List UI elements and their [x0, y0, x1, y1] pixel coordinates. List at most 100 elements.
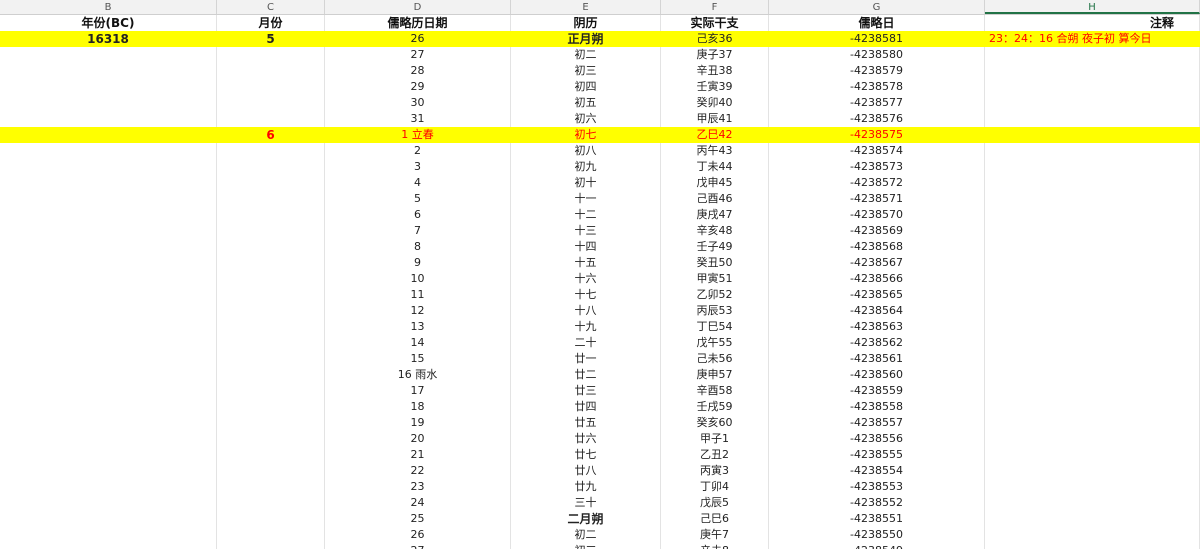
month-cell[interactable] [217, 335, 325, 351]
year-cell[interactable] [0, 207, 217, 223]
julian-date-cell[interactable]: 21 [325, 447, 511, 463]
ganzhi-cell[interactable]: 乙卯52 [661, 287, 769, 303]
lunar-cell[interactable]: 正月朔 [511, 31, 661, 47]
julian-day-cell[interactable]: -4238575 [769, 127, 985, 143]
ganzhi-cell[interactable]: 壬子49 [661, 239, 769, 255]
year-cell[interactable] [0, 383, 217, 399]
julian-day-cell[interactable]: -4238565 [769, 287, 985, 303]
lunar-cell[interactable]: 初七 [511, 127, 661, 143]
note-cell[interactable] [985, 159, 1200, 175]
year-cell[interactable] [0, 111, 217, 127]
note-cell[interactable] [985, 239, 1200, 255]
julian-day-cell[interactable]: -4238562 [769, 335, 985, 351]
year-cell[interactable] [0, 351, 217, 367]
note-cell[interactable] [985, 271, 1200, 287]
year-cell[interactable] [0, 191, 217, 207]
julian-day-cell[interactable]: -4238569 [769, 223, 985, 239]
year-cell[interactable] [0, 255, 217, 271]
header-ganzhi[interactable]: 实际干支 [661, 15, 769, 31]
note-cell[interactable] [985, 431, 1200, 447]
julian-day-cell[interactable]: -4238577 [769, 95, 985, 111]
month-cell[interactable] [217, 399, 325, 415]
julian-date-cell[interactable]: 28 [325, 63, 511, 79]
julian-day-cell[interactable]: -4238560 [769, 367, 985, 383]
note-cell[interactable] [985, 47, 1200, 63]
julian-date-cell[interactable]: 5 [325, 191, 511, 207]
julian-day-cell[interactable]: -4238555 [769, 447, 985, 463]
lunar-cell[interactable]: 十五 [511, 255, 661, 271]
ganzhi-cell[interactable]: 丁未44 [661, 159, 769, 175]
lunar-cell[interactable]: 二月朔 [511, 511, 661, 527]
month-cell[interactable] [217, 415, 325, 431]
lunar-cell[interactable]: 初四 [511, 79, 661, 95]
lunar-cell[interactable]: 初二 [511, 527, 661, 543]
lunar-cell[interactable]: 三十 [511, 495, 661, 511]
julian-day-cell[interactable]: -4238551 [769, 511, 985, 527]
month-cell[interactable] [217, 463, 325, 479]
note-cell[interactable] [985, 447, 1200, 463]
header-month[interactable]: 月份 [217, 15, 325, 31]
julian-date-cell[interactable]: 17 [325, 383, 511, 399]
ganzhi-cell[interactable]: 壬寅39 [661, 79, 769, 95]
julian-date-cell[interactable]: 24 [325, 495, 511, 511]
ganzhi-cell[interactable]: 乙巳42 [661, 127, 769, 143]
note-cell[interactable] [985, 303, 1200, 319]
lunar-cell[interactable]: 初三 [511, 63, 661, 79]
julian-date-cell[interactable]: 10 [325, 271, 511, 287]
ganzhi-cell[interactable]: 辛亥48 [661, 223, 769, 239]
month-cell[interactable] [217, 223, 325, 239]
ganzhi-cell[interactable]: 癸亥60 [661, 415, 769, 431]
ganzhi-cell[interactable]: 甲辰41 [661, 111, 769, 127]
month-cell[interactable] [217, 79, 325, 95]
year-cell[interactable] [0, 463, 217, 479]
julian-day-cell[interactable]: -4238552 [769, 495, 985, 511]
julian-date-cell[interactable]: 25 [325, 511, 511, 527]
note-cell[interactable] [985, 399, 1200, 415]
julian-day-cell[interactable]: -4238566 [769, 271, 985, 287]
julian-date-cell[interactable]: 30 [325, 95, 511, 111]
julian-date-cell[interactable]: 26 [325, 31, 511, 47]
year-cell[interactable] [0, 367, 217, 383]
month-cell[interactable] [217, 239, 325, 255]
note-cell[interactable] [985, 207, 1200, 223]
lunar-cell[interactable]: 初十 [511, 175, 661, 191]
header-julian-date[interactable]: 儒略历日期 [325, 15, 511, 31]
year-cell[interactable] [0, 47, 217, 63]
julian-date-cell[interactable]: 29 [325, 79, 511, 95]
month-cell[interactable] [217, 271, 325, 287]
julian-day-cell[interactable]: -4238580 [769, 47, 985, 63]
year-cell[interactable] [0, 271, 217, 287]
year-cell[interactable] [0, 399, 217, 415]
julian-date-cell[interactable]: 18 [325, 399, 511, 415]
lunar-cell[interactable]: 廿九 [511, 479, 661, 495]
note-cell[interactable] [985, 191, 1200, 207]
year-cell[interactable] [0, 431, 217, 447]
column-letter-h[interactable]: H [985, 0, 1200, 14]
header-julian-day[interactable]: 儒略日 [769, 15, 985, 31]
ganzhi-cell[interactable]: 癸卯40 [661, 95, 769, 111]
note-cell[interactable] [985, 527, 1200, 543]
year-cell[interactable] [0, 479, 217, 495]
ganzhi-cell[interactable]: 庚申57 [661, 367, 769, 383]
header-note[interactable]: 注释 [985, 15, 1200, 31]
julian-day-cell[interactable]: -4238558 [769, 399, 985, 415]
lunar-cell[interactable]: 廿二 [511, 367, 661, 383]
year-cell[interactable] [0, 511, 217, 527]
month-cell[interactable] [217, 495, 325, 511]
lunar-cell[interactable]: 十六 [511, 271, 661, 287]
lunar-cell[interactable]: 廿六 [511, 431, 661, 447]
note-cell[interactable] [985, 463, 1200, 479]
ganzhi-cell[interactable]: 丙寅3 [661, 463, 769, 479]
lunar-cell[interactable]: 廿一 [511, 351, 661, 367]
julian-day-cell[interactable]: -4238557 [769, 415, 985, 431]
lunar-cell[interactable]: 十二 [511, 207, 661, 223]
lunar-cell[interactable]: 二十 [511, 335, 661, 351]
month-cell[interactable] [217, 367, 325, 383]
month-cell[interactable] [217, 95, 325, 111]
julian-date-cell[interactable]: 1 立春 [325, 127, 511, 143]
ganzhi-cell[interactable]: 癸丑50 [661, 255, 769, 271]
note-cell[interactable] [985, 383, 1200, 399]
year-cell[interactable] [0, 95, 217, 111]
month-cell[interactable] [217, 143, 325, 159]
julian-date-cell[interactable]: 22 [325, 463, 511, 479]
